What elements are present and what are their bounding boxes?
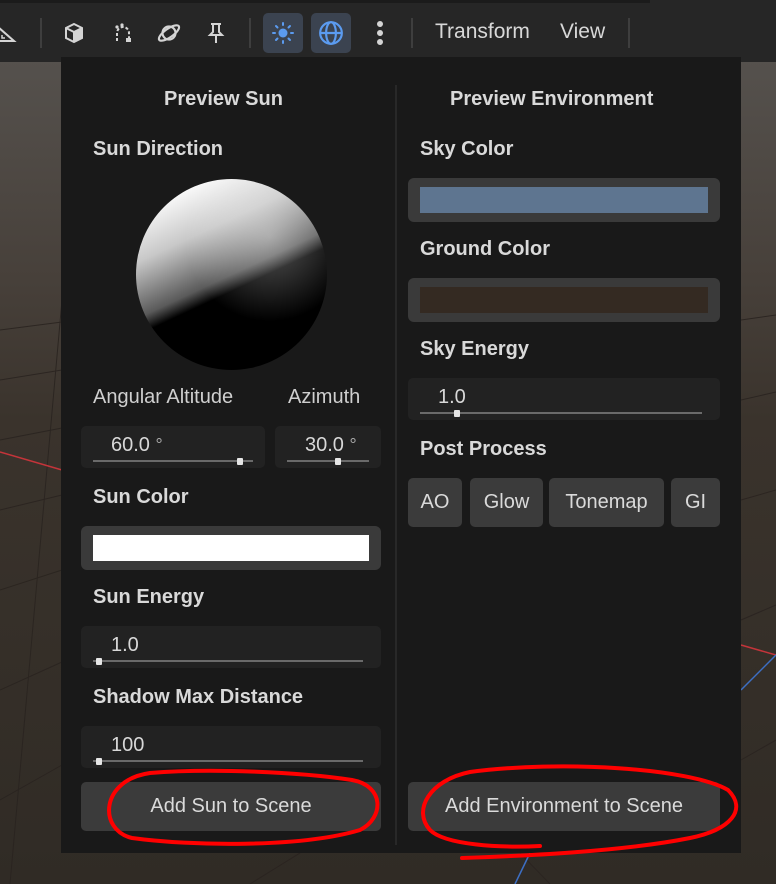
angular-altitude-unit: ° xyxy=(155,435,163,455)
azimuth-grabber[interactable] xyxy=(334,458,341,465)
sky-color-label: Sky Color xyxy=(420,138,514,160)
angular-altitude-grabber[interactable] xyxy=(237,458,244,465)
angular-altitude-label: Angular Altitude xyxy=(93,386,234,408)
panel-divider xyxy=(395,85,397,845)
azimuth-unit: ° xyxy=(349,435,357,455)
sun-energy-track[interactable] xyxy=(93,660,363,662)
ao-toggle-button[interactable]: AO xyxy=(408,478,462,527)
tonemap-toggle-button[interactable]: Tonemap xyxy=(549,478,664,527)
preview-environment-heading: Preview Environment xyxy=(450,88,654,110)
sky-energy-grabber[interactable] xyxy=(453,410,460,417)
sky-color-swatch xyxy=(420,187,708,213)
angular-altitude-track[interactable] xyxy=(93,460,253,462)
sun-direction-label: Sun Direction xyxy=(93,138,224,160)
sun-direction-highlight xyxy=(136,179,327,370)
sun-color-label: Sun Color xyxy=(93,486,189,508)
sun-energy-value: 1.0 xyxy=(111,634,139,656)
sky-energy-label: Sky Energy xyxy=(420,338,529,360)
add-sun-to-scene-button[interactable]: Add Sun to Scene xyxy=(81,782,381,831)
sun-energy-label: Sun Energy xyxy=(93,586,205,608)
view-menu[interactable]: View xyxy=(560,20,605,44)
planet-icon[interactable] xyxy=(149,13,189,53)
shadow-max-distance-label: Shadow Max Distance xyxy=(93,686,304,708)
ground-color-swatch xyxy=(420,287,708,313)
pin-icon[interactable] xyxy=(196,13,236,53)
toolbar-separator xyxy=(411,18,413,48)
toolbar-top-edge xyxy=(0,0,650,3)
toolbar-separator xyxy=(628,18,630,48)
shadow-max-distance-track[interactable] xyxy=(93,760,363,762)
sun-color-picker[interactable] xyxy=(81,526,381,570)
glow-toggle-button[interactable]: Glow xyxy=(470,478,543,527)
ruler-icon[interactable] xyxy=(0,13,26,53)
gi-toggle-button[interactable]: GI xyxy=(671,478,720,527)
toolbar-separator xyxy=(249,18,251,48)
ground-color-picker[interactable] xyxy=(408,278,720,322)
sun-icon[interactable] xyxy=(263,13,303,53)
sky-energy-track[interactable] xyxy=(420,412,702,414)
sky-energy-value: 1.0 xyxy=(438,386,466,408)
azimuth-label: Azimuth xyxy=(288,386,361,408)
shadow-max-distance-value: 100 xyxy=(111,734,145,756)
sky-color-picker[interactable] xyxy=(408,178,720,222)
azimuth-value: 30.0 xyxy=(305,434,344,456)
ground-color-label: Ground Color xyxy=(420,238,550,260)
post-process-label: Post Process xyxy=(420,438,547,460)
sky-energy-spinbox[interactable]: 1.0 xyxy=(408,378,720,420)
transform-menu[interactable]: Transform xyxy=(435,20,530,44)
sun-energy-grabber[interactable] xyxy=(96,658,102,665)
azimuth-spinbox[interactable]: 30.0 ° xyxy=(275,426,381,468)
more-icon[interactable] xyxy=(360,13,400,53)
snap-icon[interactable] xyxy=(103,13,143,53)
shadow-max-distance-grabber[interactable] xyxy=(96,758,102,765)
viewport-toolbar: Transform View xyxy=(0,0,776,62)
add-environment-to-scene-button[interactable]: Add Environment to Scene xyxy=(408,782,720,831)
azimuth-track[interactable] xyxy=(287,460,369,462)
preview-sun-heading: Preview Sun xyxy=(164,88,283,110)
sun-color-swatch xyxy=(93,535,369,561)
globe-icon[interactable] xyxy=(311,13,351,53)
sun-energy-spinbox[interactable]: 1.0 xyxy=(81,626,381,668)
angular-altitude-value: 60.0 xyxy=(111,434,150,456)
shadow-max-distance-spinbox[interactable]: 100 xyxy=(81,726,381,768)
angular-altitude-spinbox[interactable]: 60.0 ° xyxy=(81,426,265,468)
cube-icon[interactable] xyxy=(54,13,94,53)
toolbar-separator xyxy=(40,18,42,48)
